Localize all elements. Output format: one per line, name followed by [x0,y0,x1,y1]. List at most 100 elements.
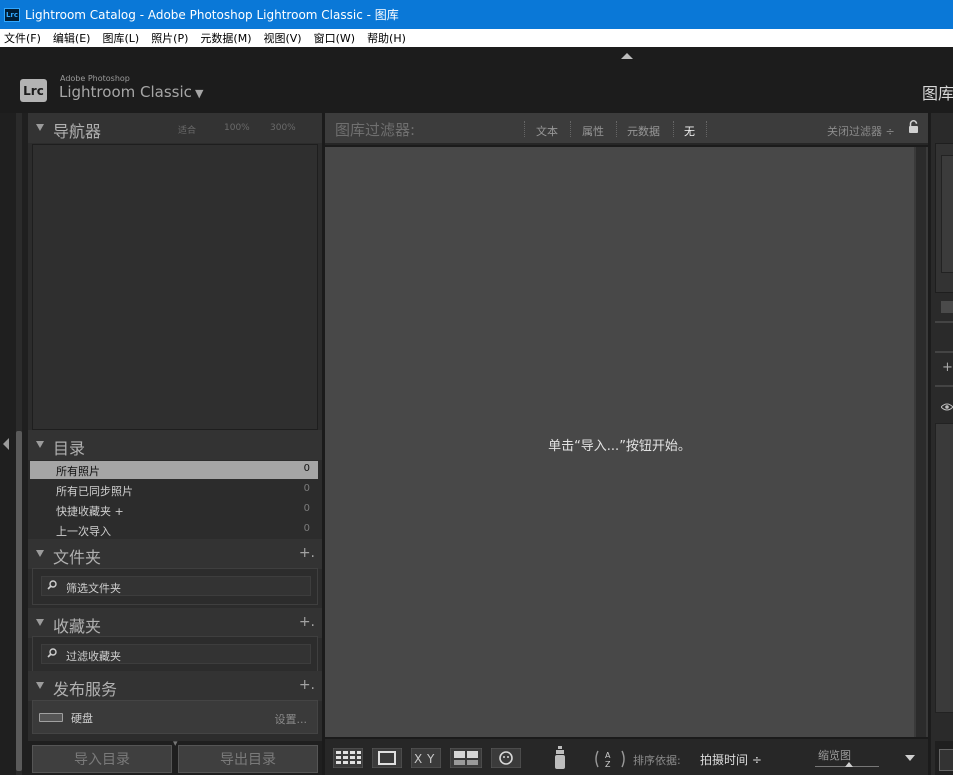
right-panel-bottom [935,741,953,775]
left-panel: 导航器 适合 100% 300% 目录 所有照片 0 所有已同步照片 0 快捷收… [28,113,322,775]
folders-title: 文件夹 [53,548,102,567]
publish-services-header[interactable]: 发布服务 +. [28,671,322,701]
navigator-title: 导航器 [53,122,102,141]
thumbnail-slider-knob[interactable] [845,762,853,767]
svg-text:A: A [605,751,611,760]
sort-by-dropdown[interactable]: 拍摄时间 ÷ [700,751,762,768]
menu-window[interactable]: 窗口(W) [311,30,358,46]
library-filter-bar: 图库过滤器: 文本 属性 元数据 无 关闭过滤器 ÷ [325,113,928,145]
filter-attribute[interactable]: 属性 [582,123,604,139]
menu-metadata[interactable]: 元数据(M) [197,30,254,46]
collections-search-input[interactable]: 过滤收藏夹 [41,644,311,664]
histogram-area [941,155,953,273]
collections-header[interactable]: 收藏夹 +. [28,608,322,638]
filter-text[interactable]: 文本 [536,123,558,139]
filter-metadata[interactable]: 元数据 [627,123,660,139]
library-toolbar: X Y A Z 排序依据: 拍摄时间 ÷ 缩览图 [325,739,928,775]
metadata-panel [935,423,953,713]
catalog-row-label: 所有照片 [56,465,100,478]
panel-divider [935,321,953,323]
zoom-fit[interactable]: 适合 [178,123,196,136]
survey-view-icon[interactable] [450,748,482,768]
folders-header[interactable]: 文件夹 +. [28,539,322,569]
identity-menu-icon[interactable]: ▼ [195,87,203,100]
lrc-logo: Lrc [20,79,47,102]
library-filter-label: 图库过滤器: [335,121,416,139]
lightroom-window: Lrc Lightroom Catalog - Adobe Photoshop … [0,0,953,775]
grid-view-icon[interactable] [333,748,363,768]
disclosure-triangle-icon [36,550,44,557]
folders-search-input[interactable]: 筛选文件夹 [41,576,311,596]
catalog-synced-photos[interactable]: 所有已同步照片 0 [30,481,318,499]
publish-hard-drive-label: 硬盘 [71,712,93,725]
svg-text:Y: Y [426,752,435,766]
filter-separator [570,121,571,137]
menubar: 文件(F) 编辑(E) 图库(L) 照片(P) 元数据(M) 视图(V) 窗口(… [0,29,953,47]
filter-separator [616,121,617,137]
zoom-300[interactable]: 300% [270,123,296,133]
sync-button[interactable] [939,749,953,771]
close-filter-dropdown[interactable]: 关闭过滤器 ÷ [827,123,895,139]
painter-spray-icon[interactable] [553,746,567,770]
brand-adobe-photoshop: Adobe Photoshop [60,74,130,83]
menu-photo[interactable]: 照片(P) [148,30,191,46]
grid-view[interactable]: 单击“导入...”按钮开始。 [325,147,914,737]
filter-none[interactable]: 无 [684,123,695,139]
catalog-row-count: 0 [303,483,310,494]
empty-grid-message: 单击“导入...”按钮开始。 [548,439,691,454]
menu-library[interactable]: 图库(L) [99,30,142,46]
compare-view-icon[interactable]: X Y [411,748,441,768]
publish-hard-drive-row[interactable]: 硬盘 设置... [32,700,318,734]
loupe-view-icon[interactable] [372,748,402,768]
export-catalog-button[interactable]: 导出目录 [178,745,318,773]
catalog-previous-import[interactable]: 上一次导入 0 [30,521,318,539]
people-view-icon[interactable] [491,748,521,768]
catalog-all-photos[interactable]: 所有照片 0 [30,461,318,479]
catalog-quick-collection[interactable]: 快捷收藏夹 + 0 [30,501,318,519]
panel-divider [935,351,953,353]
grid-scrollbar[interactable] [914,147,928,737]
catalog-row-count: 0 [303,523,310,534]
lock-icon[interactable] [908,120,919,134]
import-catalog-button[interactable]: 导入目录 [32,745,172,773]
menu-help[interactable]: 帮助(H) [364,30,409,46]
identity-plate: Lrc Adobe Photoshop Lightroom Classic ▼ … [0,47,953,113]
add-folder-icon[interactable]: +. [299,545,315,561]
left-scrollbar-thumb[interactable] [16,431,22,771]
menu-file[interactable]: 文件(F) [1,30,44,46]
catalog-title: 目录 [53,439,86,458]
disclosure-triangle-icon [36,441,44,448]
disclosure-triangle-icon [36,124,44,131]
filter-separator [673,121,674,137]
eye-icon[interactable] [941,403,953,411]
filter-separator [706,121,707,137]
navigator-preview[interactable] [32,144,318,430]
zoom-100[interactable]: 100% [224,123,250,133]
thumbnails-label: 缩览图 [818,749,851,762]
add-collection-icon[interactable]: +. [299,614,315,630]
collections-title: 收藏夹 [53,617,102,636]
collapse-left-panel-icon[interactable] [3,438,9,450]
menu-view[interactable]: 视图(V) [260,30,304,46]
lightroom-app-icon: Lrc [4,7,20,22]
left-panel-edge [0,113,28,775]
collapse-top-panel-icon[interactable] [621,53,633,59]
catalog-row-count: 0 [303,463,310,474]
svg-text:X: X [414,752,422,766]
search-icon [47,648,57,658]
sort-direction-icon[interactable]: A Z [593,749,627,769]
catalog-row-label: 快捷收藏夹 + [56,505,124,518]
quick-develop-control[interactable] [941,301,953,313]
right-panel: + [930,113,953,775]
menu-edit[interactable]: 编辑(E) [50,30,94,46]
add-publish-service-icon[interactable]: +. [299,677,315,693]
catalog-header[interactable]: 目录 [28,430,322,460]
publish-settings-button[interactable]: 设置... [275,711,308,727]
catalog-row-label: 所有已同步照片 [56,485,133,498]
toolbar-content-dropdown-icon[interactable] [905,755,915,761]
disclosure-triangle-icon [36,619,44,626]
sort-by-label: 排序依据: [633,754,681,767]
add-keyword-icon[interactable]: + [942,360,953,375]
module-library-tab[interactable]: 图库 [922,80,953,104]
navigator-header[interactable]: 导航器 适合 100% 300% [28,113,322,143]
